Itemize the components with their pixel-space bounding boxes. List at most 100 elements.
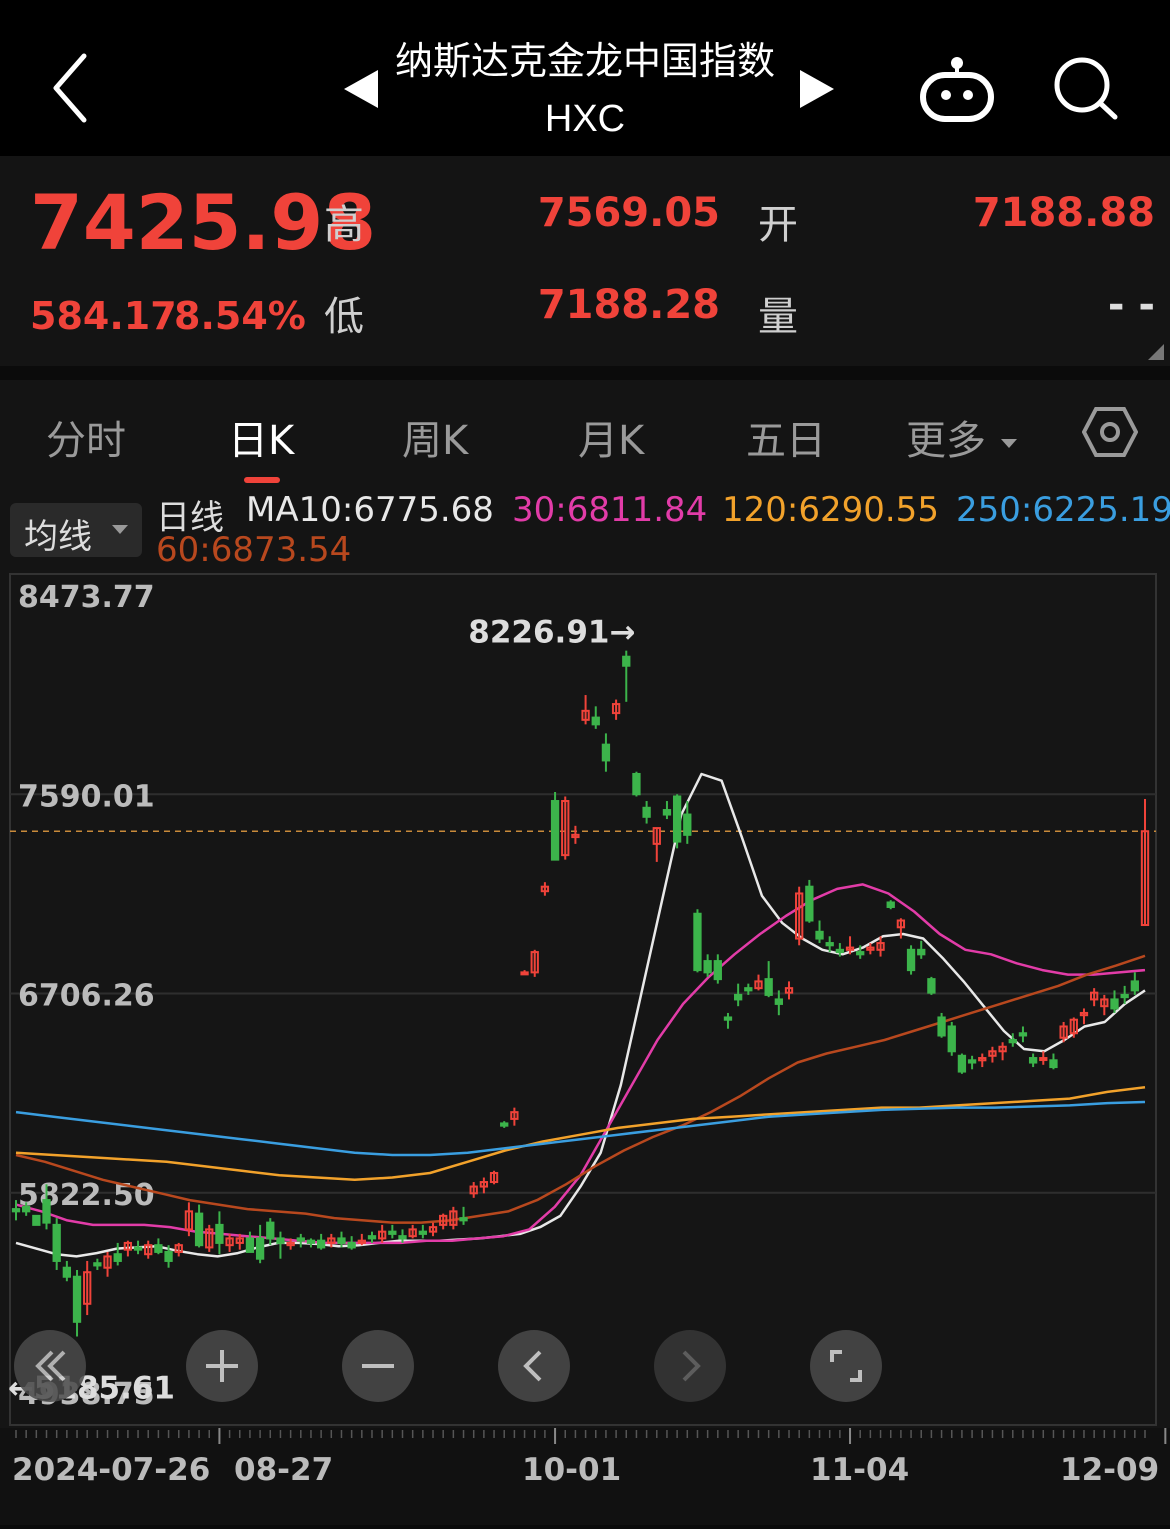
legend-ma120: 120:6290.55 (722, 490, 939, 530)
ma-dropdown[interactable]: 均线 (10, 503, 142, 557)
tab-more[interactable]: 更多 (906, 408, 1019, 466)
tab-more-label: 更多 (906, 418, 986, 464)
expand-corner-icon[interactable] (1148, 344, 1164, 360)
candle-body (856, 951, 865, 956)
candle-body (266, 1221, 275, 1240)
zoom-out-button[interactable] (342, 1330, 414, 1402)
volume-value: - - (1107, 282, 1155, 328)
candle-body (723, 1016, 733, 1021)
legend-ma250: 250:6225.19 (956, 490, 1170, 530)
open-label: 开 (758, 202, 798, 248)
tab-weekly-k[interactable]: 周K (402, 408, 468, 466)
price-change: 584.17 (30, 294, 177, 338)
scroll-right-button[interactable] (654, 1330, 726, 1402)
ma-line-30 (15, 883, 1146, 1245)
candle-body (520, 971, 529, 976)
candle-body (113, 1253, 122, 1262)
candle-body (194, 1212, 204, 1247)
volume-label: 量 (758, 294, 798, 340)
next-index-icon[interactable] (796, 68, 836, 110)
tab-intraday[interactable]: 分时 (46, 408, 126, 466)
x-tick-label: 2024-07-26 (12, 1452, 210, 1488)
candle-body (72, 1275, 82, 1323)
open-value: 7188.88 (972, 190, 1155, 236)
tab-five-day[interactable]: 五日 (746, 408, 826, 466)
candle-body (32, 1214, 41, 1226)
candle-body (825, 942, 834, 947)
settings-icon[interactable] (1082, 406, 1138, 458)
candle-body (642, 806, 651, 818)
legend-ma30: 30:6811.84 (512, 490, 708, 530)
candle-body (917, 948, 926, 956)
ma-dropdown-label: 均线 (24, 517, 92, 557)
candle-body (347, 1241, 356, 1249)
fullscreen-icon (830, 1350, 862, 1382)
candle-body (500, 1122, 509, 1127)
candle-body (1018, 1032, 1028, 1037)
candle-body (703, 960, 712, 974)
x-tick-label: 08-27 (234, 1452, 333, 1488)
candle-body (591, 716, 600, 726)
candle-body (927, 978, 936, 994)
x-tick-label: 10-01 (522, 1452, 621, 1488)
candle-body (906, 948, 916, 972)
candle-body (42, 1199, 51, 1224)
ma-line-ma10 (15, 772, 1146, 1258)
scroll-left-button[interactable] (498, 1330, 570, 1402)
high-label: 高 (324, 202, 364, 248)
tab-monthly-k[interactable]: 月K (578, 408, 644, 466)
candle-body (815, 930, 824, 940)
candle-body (306, 1239, 316, 1244)
candle-body (164, 1250, 173, 1262)
candle-body (418, 1230, 427, 1235)
y-tick-label: 6706.26 (18, 979, 155, 1014)
candle-body (601, 743, 611, 762)
back-icon[interactable] (44, 48, 104, 128)
candlestick-chart[interactable]: 8473.77 7590.01 6706.26 5822.50 4938.75 8226.… (0, 570, 1170, 1525)
fullscreen-button[interactable] (810, 1330, 882, 1402)
left-icon (523, 1350, 542, 1382)
candle-body (957, 1054, 967, 1073)
chevron-down-icon (112, 525, 128, 534)
candle-body (215, 1223, 224, 1244)
candle-body (886, 901, 895, 908)
search-icon[interactable] (1052, 55, 1122, 125)
high-value: 7569.05 (537, 190, 720, 236)
candle-body (1039, 1057, 1048, 1062)
candle-body (550, 800, 560, 861)
candle-body (967, 1059, 977, 1064)
robot-assistant-icon[interactable] (918, 55, 996, 125)
zoom-out-icon (362, 1364, 394, 1368)
rewind-button[interactable] (14, 1330, 86, 1402)
candle-body (632, 772, 641, 796)
x-tick-label: 11-04 (810, 1452, 909, 1488)
candle-body (245, 1237, 255, 1253)
candle-body (459, 1217, 468, 1222)
candle-body (683, 813, 692, 836)
candle-body (774, 998, 783, 1005)
candle-body (337, 1237, 346, 1244)
y-tick-label: 5822.50 (18, 1178, 155, 1213)
candle-body (1120, 993, 1129, 999)
y-tick-label: 7590.01 (18, 779, 155, 814)
candle-body (947, 1025, 956, 1053)
y-tick-label: 8473.77 (18, 580, 155, 615)
candle-body (937, 1016, 946, 1037)
candle-body (62, 1266, 72, 1278)
tab-daily-k[interactable]: 日K (228, 408, 294, 466)
candle-body (255, 1237, 265, 1260)
legend-ma60: 60:6873.54 (156, 530, 352, 570)
candle-body (1049, 1059, 1058, 1069)
candle-body (734, 993, 743, 1001)
candle-body (133, 1246, 143, 1251)
candle-body (276, 1237, 285, 1244)
candle-body (693, 912, 702, 972)
candle-body (622, 655, 631, 667)
candle-body (1028, 1057, 1038, 1064)
price-change-percent: 8.54% (174, 294, 306, 338)
candle-body (1008, 1039, 1017, 1044)
candle-body (398, 1235, 407, 1240)
candle-body (388, 1230, 397, 1235)
plot-frame (9, 573, 1157, 1426)
zoom-in-button[interactable] (186, 1330, 258, 1402)
